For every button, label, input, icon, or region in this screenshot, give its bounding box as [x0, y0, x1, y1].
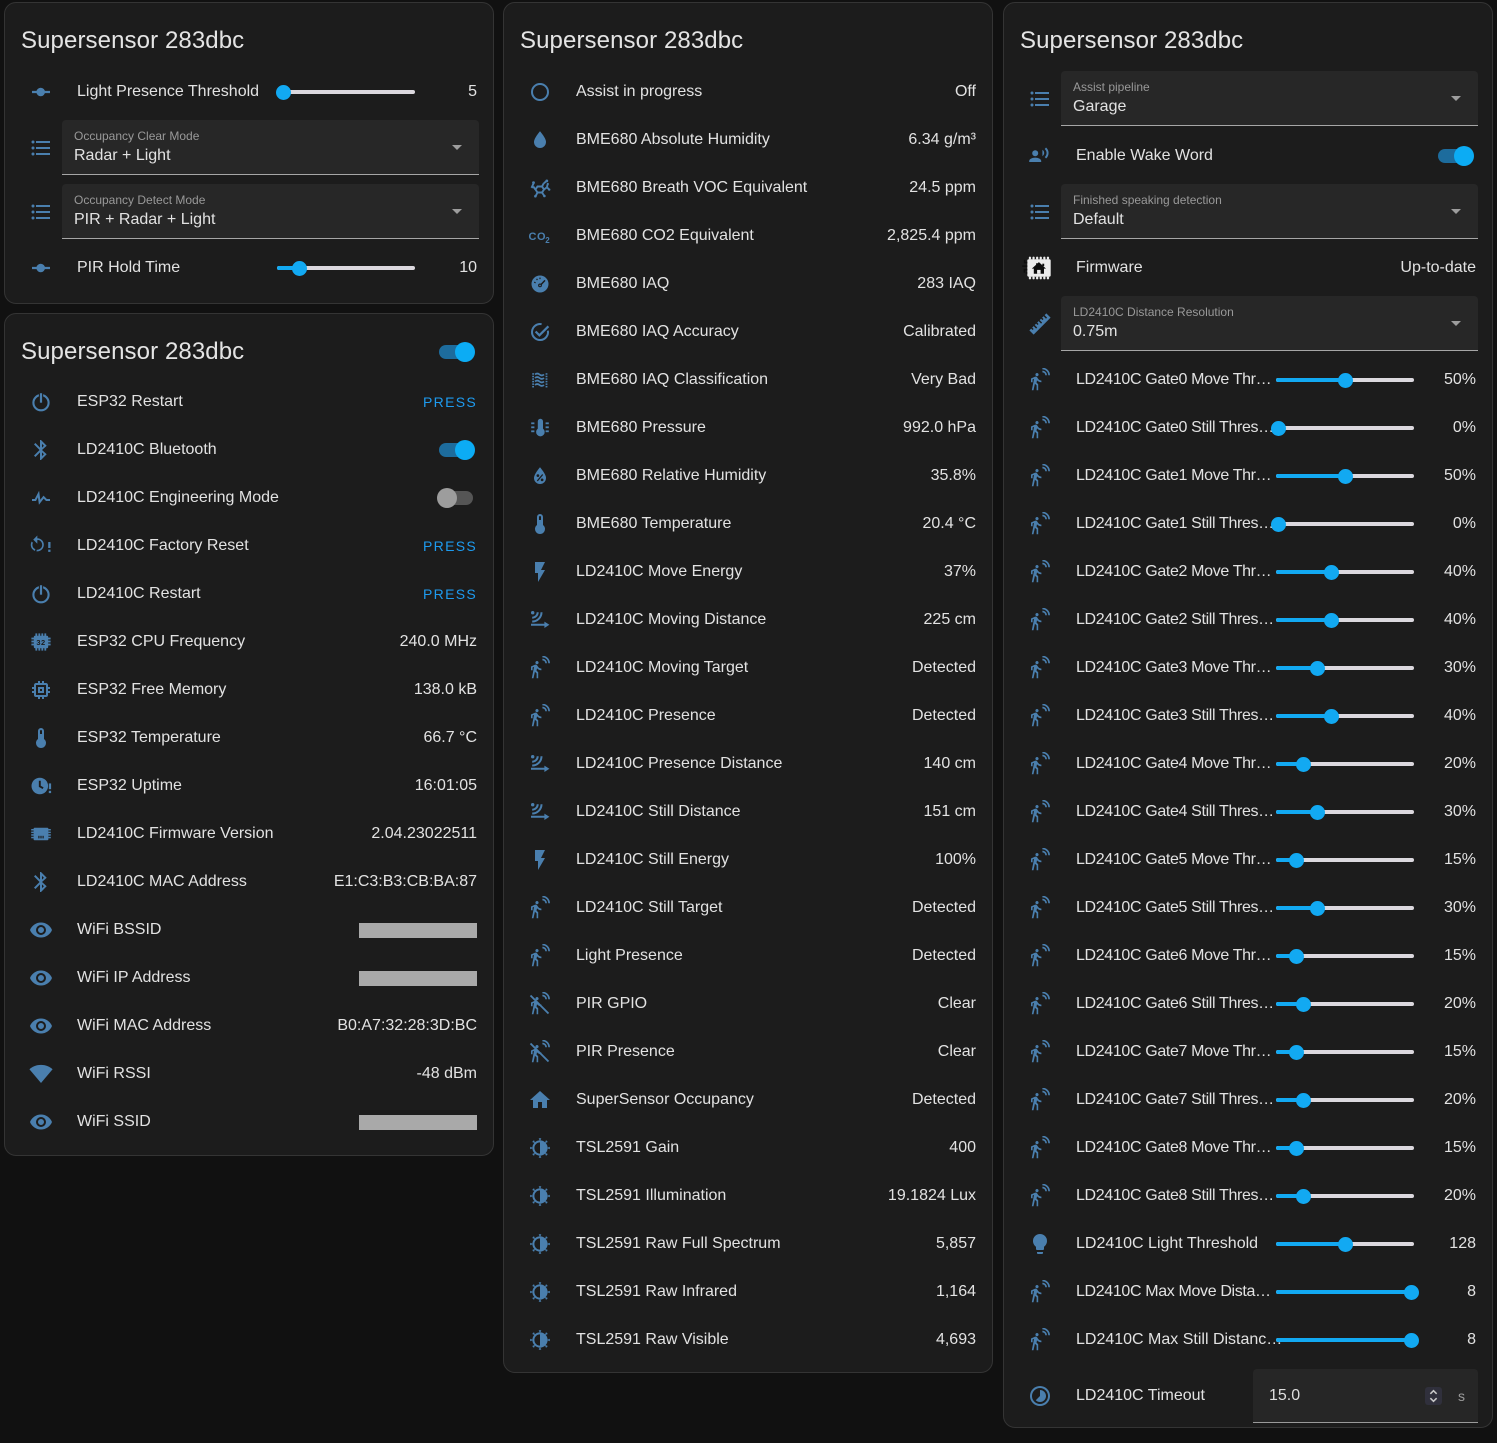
svg-text:CO: CO [529, 231, 546, 243]
svg-text:32: 32 [36, 638, 45, 647]
svg-text:2: 2 [545, 236, 550, 245]
